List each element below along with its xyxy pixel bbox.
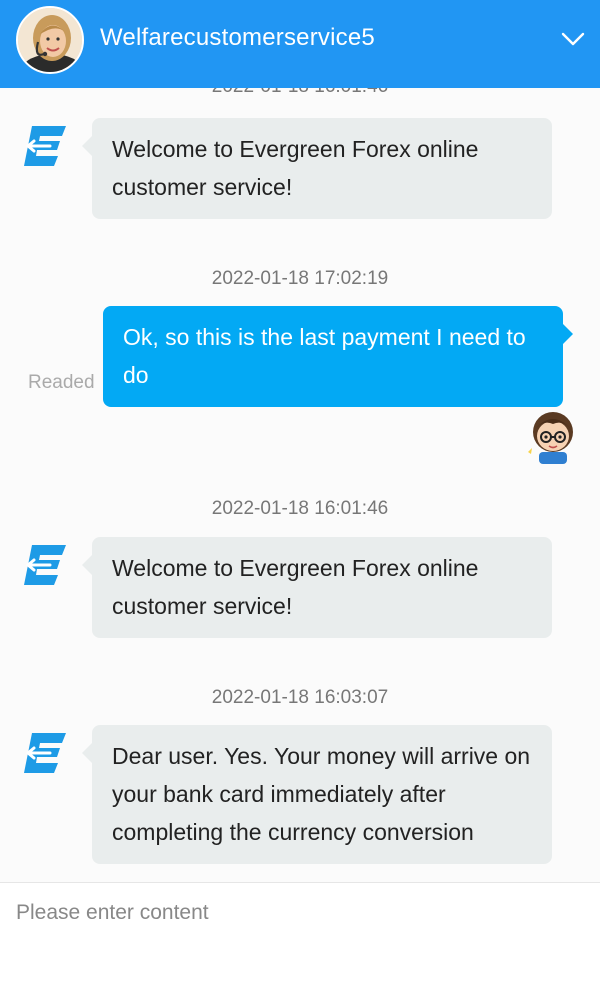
message-timestamp: 2022-01-18 17:02:19	[211, 268, 389, 289]
evergreen-logo-icon	[24, 733, 66, 773]
read-status: Readed	[28, 372, 95, 393]
agent-message-bubble: Dear user. Yes. Your money will arrive o…	[82, 725, 552, 864]
user-avatar-icon[interactable]	[526, 408, 580, 466]
message-timestamp: 2022-01-18 16:01:46	[211, 498, 389, 519]
user-message-bubble: Ok, so this is the last payment I need t…	[103, 306, 573, 407]
message-input[interactable]	[16, 897, 576, 929]
agent-message-bubble: Welcome to Evergreen Forex online custom…	[82, 118, 552, 219]
evergreen-logo-icon	[24, 126, 66, 166]
chat-title: Welfarecustomerservice5	[100, 24, 375, 51]
chevron-down-icon[interactable]	[560, 26, 586, 52]
chat-header: Welfarecustomerservice5	[0, 0, 600, 88]
message-timestamp: 2022-01-18 16:01:46	[0, 88, 600, 98]
agent-avatar[interactable]	[16, 6, 84, 74]
message-composer	[0, 882, 600, 1003]
agent-avatar-icon	[18, 8, 82, 72]
message-list[interactable]: 2022-01-18 16:01:46 Welcome to Evergreen…	[0, 88, 600, 881]
message-timestamp: 2022-01-18 16:03:07	[211, 687, 389, 708]
evergreen-logo-icon	[24, 545, 66, 585]
agent-message-bubble: Welcome to Evergreen Forex online custom…	[82, 537, 552, 638]
